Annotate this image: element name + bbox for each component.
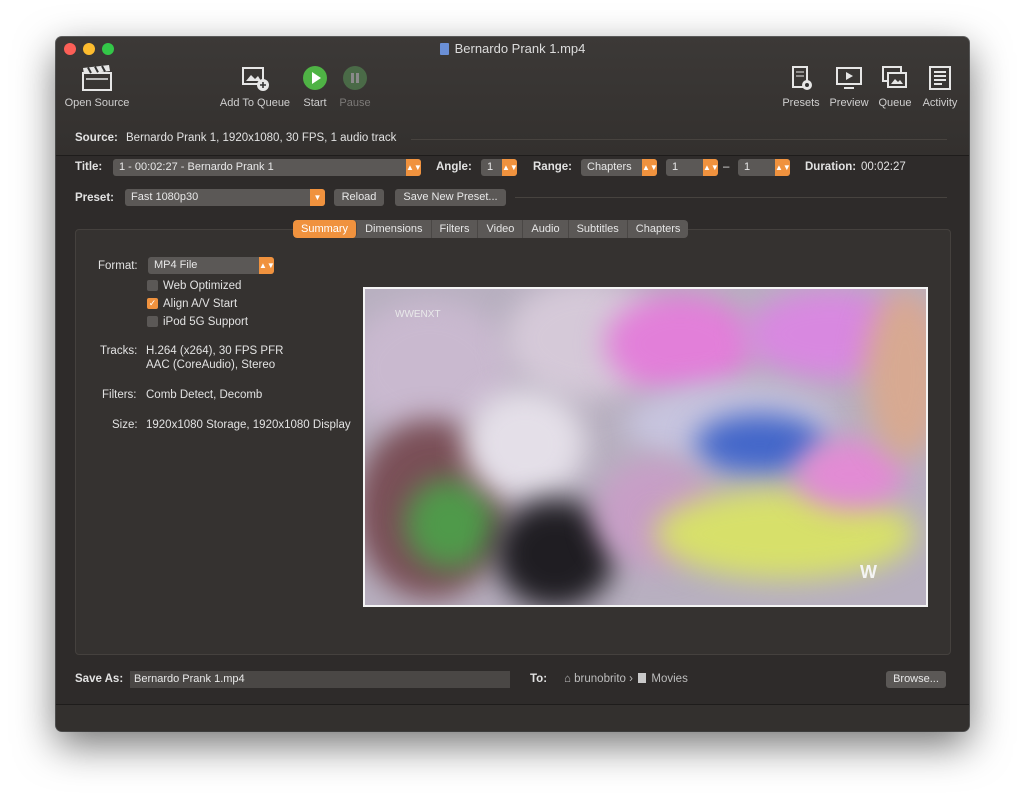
- source-label: Source:: [75, 132, 118, 144]
- monitor-icon: [833, 63, 865, 93]
- home-icon: ⌂: [564, 673, 571, 685]
- document-icon: [439, 43, 449, 55]
- stepper-arrows-icon: ▲▼: [406, 159, 422, 176]
- filters-value: Comb Detect, Decomb: [146, 389, 263, 401]
- align-av-label: Align A/V Start: [163, 298, 238, 310]
- preset-select[interactable]: Fast 1080p30 ▼: [125, 189, 325, 206]
- save-new-preset-button[interactable]: Save New Preset...: [395, 189, 506, 206]
- stepper-arrows-icon: ▲▼: [502, 159, 518, 176]
- format-select[interactable]: MP4 File ▲▼: [148, 257, 275, 274]
- play-icon: [299, 63, 331, 93]
- folder-icon: [638, 673, 647, 683]
- range-start-select[interactable]: 1 ▲▼: [666, 159, 719, 176]
- pause-icon: [339, 63, 371, 93]
- preset-divider: [515, 197, 947, 198]
- clapperboard-icon: [81, 63, 113, 93]
- stepper-arrows-icon: ▲▼: [775, 159, 791, 176]
- add-to-queue-button[interactable]: Add To Queue: [217, 63, 293, 109]
- destination-path[interactable]: ⌂ brunobrito › Movies: [564, 673, 688, 685]
- angle-label: Angle:: [436, 161, 472, 173]
- activity-log-icon: [924, 63, 956, 93]
- queue-icon: [879, 63, 911, 93]
- queue-button[interactable]: Queue: [874, 63, 916, 109]
- tracks-line-video: H.264 (x264), 30 FPS PFR: [146, 345, 284, 357]
- save-as-label: Save As:: [75, 673, 124, 685]
- range-separator: –: [723, 161, 730, 173]
- size-value: 1920x1080 Storage, 1920x1080 Display: [146, 419, 351, 431]
- tab-audio[interactable]: Audio: [523, 220, 569, 238]
- source-divider: [411, 139, 947, 140]
- save-as-input[interactable]: Bernardo Prank 1.mp4: [130, 671, 510, 688]
- format-label: Format:: [98, 260, 138, 272]
- tab-subtitles[interactable]: Subtitles: [569, 220, 628, 238]
- filters-label: Filters:: [102, 389, 137, 401]
- window-title: Bernardo Prank 1.mp4: [56, 41, 969, 56]
- tab-bar: Summary Dimensions Filters Video Audio S…: [293, 220, 689, 238]
- folder-dest: Movies: [651, 673, 688, 685]
- stepper-arrows-icon: ▲▼: [703, 159, 719, 176]
- to-label: To:: [530, 673, 548, 685]
- duration-value: 00:02:27: [861, 161, 906, 173]
- ipod-label: iPod 5G Support: [163, 316, 249, 328]
- video-preview-image[interactable]: WWENXT W: [363, 287, 928, 607]
- app-window: Bernardo Prank 1.mp4 Open Source Add To …: [56, 37, 969, 731]
- range-label: Range:: [533, 161, 572, 173]
- add-to-queue-icon: [239, 63, 271, 93]
- align-av-checkbox[interactable]: ✓: [147, 298, 158, 309]
- tab-video[interactable]: Video: [478, 220, 524, 238]
- tab-chapters[interactable]: Chapters: [628, 220, 689, 238]
- size-label: Size:: [112, 419, 138, 431]
- stepper-arrows-icon: ▲▼: [259, 257, 275, 274]
- status-bar: [56, 704, 969, 731]
- ipod-checkbox[interactable]: [147, 316, 158, 327]
- tab-filters[interactable]: Filters: [432, 220, 479, 238]
- tab-dimensions[interactable]: Dimensions: [357, 220, 432, 238]
- wwe-logo-icon: W: [860, 562, 877, 582]
- chevron-down-icon: ▼: [310, 189, 325, 206]
- path-separator: ›: [629, 673, 633, 685]
- folder-user: brunobrito: [574, 673, 626, 685]
- open-source-button[interactable]: Open Source: [63, 63, 131, 109]
- tab-summary[interactable]: Summary: [293, 220, 358, 238]
- range-type-select[interactable]: Chapters ▲▼: [581, 159, 658, 176]
- tracks-label: Tracks:: [100, 345, 138, 357]
- browse-button[interactable]: Browse...: [886, 671, 946, 688]
- reload-button[interactable]: Reload: [334, 189, 384, 206]
- range-end-select[interactable]: 1 ▲▼: [738, 159, 791, 176]
- start-button[interactable]: Start: [298, 63, 332, 109]
- preset-label: Preset:: [75, 192, 114, 204]
- web-optimized-label: Web Optimized: [163, 280, 242, 292]
- pause-button[interactable]: Pause: [336, 63, 374, 109]
- web-optimized-checkbox[interactable]: [147, 280, 158, 291]
- presets-icon: [785, 63, 817, 93]
- preview-button[interactable]: Preview: [827, 63, 871, 109]
- duration-label: Duration:: [805, 161, 857, 173]
- tracks-line-audio: AAC (CoreAudio), Stereo: [146, 359, 276, 371]
- source-value: Bernardo Prank 1, 1920x1080, 30 FPS, 1 a…: [126, 132, 397, 144]
- title-label: Title:: [75, 161, 103, 173]
- presets-button[interactable]: Presets: [780, 63, 822, 109]
- title-select[interactable]: 1 - 00:02:27 - Bernardo Prank 1 ▲▼: [113, 159, 422, 176]
- activity-button[interactable]: Activity: [918, 63, 962, 109]
- angle-select[interactable]: 1 ▲▼: [481, 159, 518, 176]
- stepper-arrows-icon: ▲▼: [642, 159, 658, 176]
- preview-watermark: WWENXT: [395, 309, 441, 320]
